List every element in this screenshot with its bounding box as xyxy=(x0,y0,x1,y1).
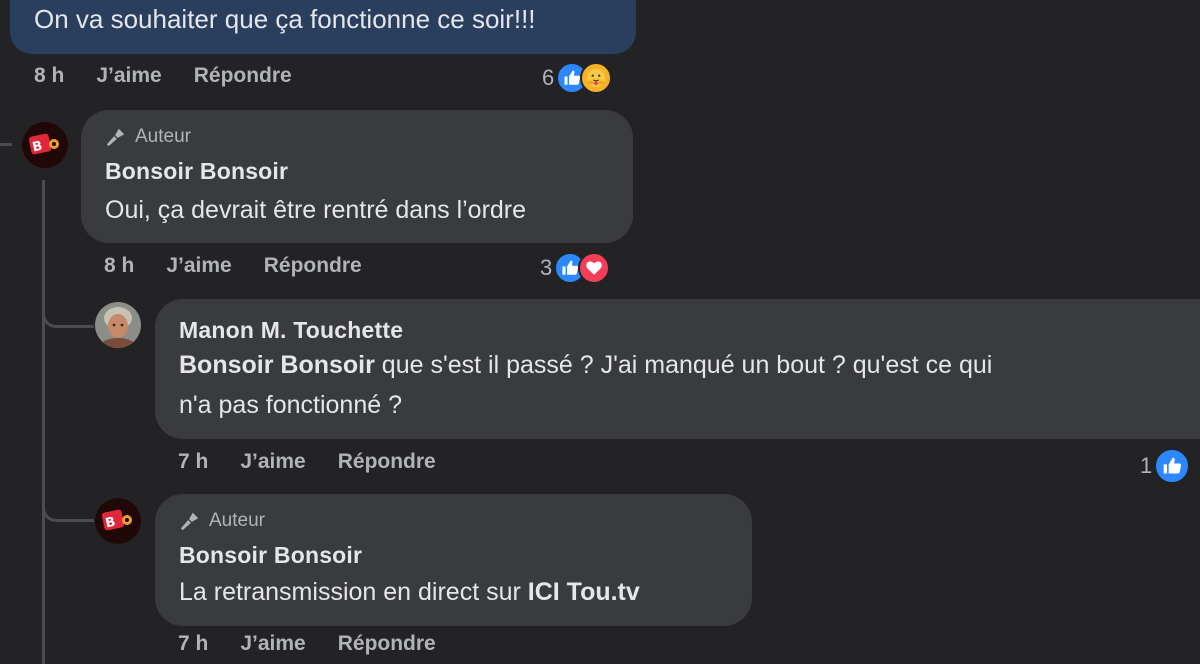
comment-text: Bonsoir Bonsoir que s'est il passé ? J'a… xyxy=(179,345,1179,425)
comment-meta-2: 8 h J’aime Répondre xyxy=(104,254,394,278)
reaction-count: 6 xyxy=(542,65,555,90)
comment-text: Oui, ça devrait être rentré dans l’ordre xyxy=(105,196,527,224)
comment-text-line1: que s'est il passé ? J'ai manqué un bout… xyxy=(374,351,993,379)
reply-button[interactable]: Répondre xyxy=(194,64,292,88)
avatar[interactable]: B xyxy=(95,498,141,544)
care-icon xyxy=(580,62,613,94)
comment-time[interactable]: 7 h xyxy=(178,450,208,474)
reaction-count: 3 xyxy=(540,255,553,280)
avatar[interactable]: B xyxy=(22,122,68,168)
comment-author-name[interactable]: Bonsoir Bonsoir xyxy=(179,542,362,569)
thread-connector-4 xyxy=(42,486,94,522)
thread-line-h-top xyxy=(0,143,12,146)
comment-text: On va souhaiter que ça fonctionne ce soi… xyxy=(34,4,536,34)
reactions-3[interactable]: 1 xyxy=(1140,448,1191,484)
comment-text-body: La retransmission en direct sur xyxy=(179,578,528,606)
comment-text-line2: n'a pas fonctionné ? xyxy=(179,391,402,419)
reply-button[interactable]: Répondre xyxy=(338,450,436,474)
reactions-1[interactable]: 6 xyxy=(542,62,613,94)
reply-button[interactable]: Répondre xyxy=(338,632,436,656)
comment-time[interactable]: 8 h xyxy=(104,254,134,278)
comment-bubble-2: Auteur Bonsoir Bonsoir Oui, ça devrait ê… xyxy=(81,110,633,243)
like-button[interactable]: J’aime xyxy=(96,64,161,88)
reaction-count: 1 xyxy=(1140,453,1153,478)
thread-line-main xyxy=(42,180,45,664)
comment-bubble-1: On va souhaiter que ça fonctionne ce soi… xyxy=(10,0,636,54)
comment-bubble-4: Auteur Bonsoir Bonsoir La retransmission… xyxy=(155,494,752,626)
comment-meta-1: 8 h J’aime Répondre xyxy=(34,64,324,88)
like-button[interactable]: J’aime xyxy=(240,450,305,474)
comment-bubble-3: Manon M. Touchette Bonsoir Bonsoir que s… xyxy=(155,299,1200,439)
comment-time[interactable]: 8 h xyxy=(34,64,64,88)
thread-connector-3 xyxy=(42,290,94,328)
microphone-icon xyxy=(106,128,125,147)
comment-time[interactable]: 7 h xyxy=(178,632,208,656)
microphone-icon xyxy=(180,512,199,531)
like-button[interactable]: J’aime xyxy=(240,632,305,656)
like-icon xyxy=(1154,448,1191,484)
like-button[interactable]: J’aime xyxy=(166,254,231,278)
author-badge: Auteur xyxy=(179,510,265,532)
love-icon xyxy=(578,252,611,284)
mention-link[interactable]: Bonsoir Bonsoir xyxy=(179,351,375,379)
reactions-2[interactable]: 3 xyxy=(540,252,611,284)
comment-author-name[interactable]: Bonsoir Bonsoir xyxy=(105,158,288,185)
avatar[interactable] xyxy=(95,302,141,348)
tou-tv-link[interactable]: ICI Tou.tv xyxy=(528,578,640,606)
comment-meta-3: 7 h J’aime Répondre xyxy=(178,450,468,474)
author-badge: Auteur xyxy=(105,126,191,148)
comment-text: La retransmission en direct sur ICI Tou.… xyxy=(179,572,640,612)
reply-button[interactable]: Répondre xyxy=(264,254,362,278)
comment-author-name[interactable]: Manon M. Touchette xyxy=(179,317,403,344)
comment-meta-4: 7 h J’aime Répondre xyxy=(178,632,468,656)
